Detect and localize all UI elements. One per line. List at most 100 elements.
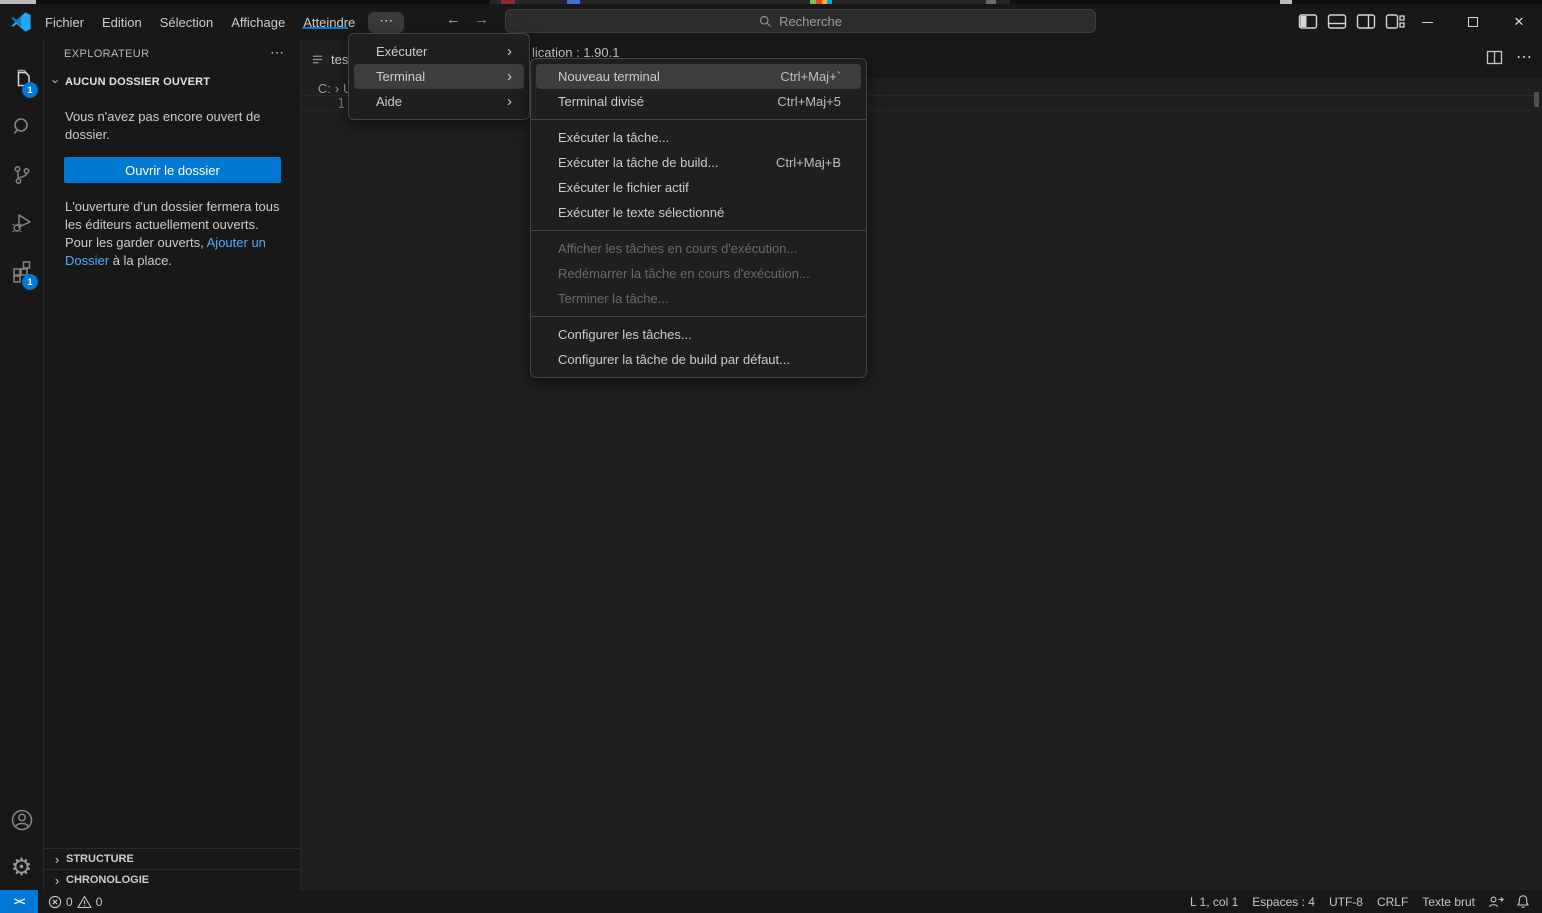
toggle-secondary-sidebar-icon[interactable] xyxy=(1356,13,1376,30)
menu-item-label: Afficher les tâches en cours d'exécution… xyxy=(558,241,849,256)
menu-item-label: Exécuter la tâche de build... xyxy=(558,155,748,170)
menu-item-nouveau-terminal[interactable]: Nouveau terminalCtrl+Maj+` xyxy=(536,64,861,89)
menu-item-configurer-la-tache-de-build-par-defaut[interactable]: Configurer la tâche de build par défaut.… xyxy=(536,347,861,372)
menu-selection[interactable]: Sélection xyxy=(151,10,222,35)
toggle-primary-sidebar-icon[interactable] xyxy=(1298,13,1318,30)
menu-item-executer-la-tache[interactable]: Exécuter la tâche... xyxy=(536,125,861,150)
menu-item-afficher-les-taches-en-cours-d-execution: Afficher les tâches en cours d'exécution… xyxy=(536,236,861,261)
window-behind-fragment xyxy=(0,0,36,4)
window-behind-fragment xyxy=(1280,0,1292,4)
search-sidebar-icon[interactable] xyxy=(0,104,43,150)
menu-item-executer-le-fichier-actif[interactable]: Exécuter le fichier actif xyxy=(536,175,861,200)
status-crlf[interactable]: CRLF xyxy=(1370,895,1415,909)
extensions-badge: 1 xyxy=(22,274,38,290)
menu-item-shortcut: Ctrl+Maj+B xyxy=(776,155,849,170)
settings-gear-icon[interactable]: ⚙ xyxy=(0,845,43,891)
window-behind-fragment xyxy=(986,0,996,4)
menu-item-label: Configurer les tâches... xyxy=(558,327,849,342)
toggle-panel-icon[interactable] xyxy=(1327,13,1347,30)
menu-item-aide[interactable]: Aide› xyxy=(354,89,524,114)
menu-overflow-button[interactable]: ⋯ xyxy=(368,12,404,33)
menu-item-label: Terminal divisé xyxy=(558,94,749,109)
error-count: 0 xyxy=(66,895,73,909)
no-folder-text: Vous n'avez pas encore ouvert de dossier… xyxy=(65,108,287,144)
run-debug-icon[interactable] xyxy=(0,200,43,246)
command-center-search[interactable]: Recherche xyxy=(505,9,1096,33)
chevron-right-icon: › xyxy=(51,852,63,867)
status-l-1-col-1[interactable]: L 1, col 1 xyxy=(1183,895,1245,909)
folder-note-text: L'ouverture d'un dossier fermera tous le… xyxy=(65,198,287,270)
editor-area: tes ⋯ C: › U 1 lication : 1.90.1 xyxy=(301,40,1542,890)
error-icon xyxy=(48,895,62,909)
source-control-icon[interactable] xyxy=(0,152,43,198)
problems-status[interactable]: 0 0 xyxy=(38,895,112,909)
split-editor-icon[interactable] xyxy=(1486,50,1503,65)
menu-item-label: Exécuter la tâche... xyxy=(558,130,849,145)
menu-item-terminer-la-tache: Terminer la tâche... xyxy=(536,286,861,311)
text-file-icon xyxy=(311,53,324,66)
menu-fichier[interactable]: Fichier xyxy=(36,10,93,35)
status-utf-8[interactable]: UTF-8 xyxy=(1322,895,1370,909)
menu-item-label: Exécuter le texte sélectionné xyxy=(558,205,849,220)
line-number: 1 xyxy=(329,97,345,112)
sidebar-title: EXPLORATEUR xyxy=(64,48,150,60)
menu-item-configurer-les-taches[interactable]: Configurer les tâches... xyxy=(536,322,861,347)
timeline-section-header[interactable]: › CHRONOLOGIE xyxy=(44,869,300,890)
more-actions-icon[interactable]: ⋯ xyxy=(1516,47,1532,67)
menu-item-label: Exécuter le fichier actif xyxy=(558,180,849,195)
close-button[interactable]: ✕ xyxy=(1496,4,1542,40)
no-folder-section-header[interactable]: › AUCUN DOSSIER OUVERT xyxy=(50,74,210,89)
terminal-submenu: Nouveau terminalCtrl+Maj+`Terminal divis… xyxy=(530,58,867,378)
menu-item-executer[interactable]: Exécuter› xyxy=(354,39,524,64)
window-behind-fragment xyxy=(827,0,832,4)
navigation-arrows: ← → xyxy=(446,11,489,28)
menu-item-executer-le-texte-selectionne[interactable]: Exécuter le texte sélectionné xyxy=(536,200,861,225)
menu-affichage[interactable]: Affichage xyxy=(222,10,294,35)
editor-scrollbar[interactable] xyxy=(1534,92,1539,107)
menu-atteindre[interactable]: Atteindre xyxy=(294,10,364,35)
warning-icon xyxy=(77,895,92,909)
extensions-icon[interactable]: 1 xyxy=(0,248,43,294)
menu-bar: FichierEditionSélectionAffichageAtteindr… xyxy=(36,8,404,36)
vscode-logo-icon xyxy=(11,12,31,32)
sidebar-more-actions[interactable]: ⋯ xyxy=(270,44,284,61)
status-bar: >< 0 0 L 1, col 1Espaces : 4UTF-8CRLFTex… xyxy=(0,890,1542,913)
chevron-down-icon: › xyxy=(49,76,64,88)
minimize-button[interactable] xyxy=(1404,4,1450,40)
menu-item-terminal[interactable]: Terminal› xyxy=(354,64,524,89)
warning-count: 0 xyxy=(96,895,103,909)
menu-item-label: Exécuter xyxy=(376,44,507,59)
status-texte-brut[interactable]: Texte brut xyxy=(1415,895,1482,909)
menu-separator xyxy=(531,119,866,120)
submenu-arrow-icon: › xyxy=(507,95,512,108)
menu-item-label: Terminer la tâche... xyxy=(558,291,849,306)
submenu-arrow-icon: › xyxy=(507,45,512,58)
title-bar: FichierEditionSélectionAffichageAtteindr… xyxy=(0,4,1542,40)
open-folder-button[interactable]: Ouvrir le dossier xyxy=(64,157,281,183)
menu-item-label: Configurer la tâche de build par défaut.… xyxy=(558,352,849,367)
remote-indicator[interactable]: >< xyxy=(0,890,38,913)
notifications-bell-icon[interactable] xyxy=(1510,894,1536,909)
menu-edition[interactable]: Edition xyxy=(93,10,151,35)
menu-item-terminal-divise[interactable]: Terminal divisé Ctrl+Maj+5 xyxy=(536,89,861,114)
feedback-icon[interactable] xyxy=(1482,895,1510,909)
customize-layout-icon[interactable] xyxy=(1385,13,1405,30)
status-espaces-4[interactable]: Espaces : 4 xyxy=(1245,895,1322,909)
chevron-right-icon: › xyxy=(51,873,63,888)
window-behind-strip xyxy=(0,0,1542,4)
outline-section-header[interactable]: › STRUCTURE xyxy=(44,848,300,869)
explorer-icon[interactable]: 1 xyxy=(0,56,43,102)
menu-separator xyxy=(531,230,866,231)
menu-item-label: Redémarrer la tâche en cours d'exécution… xyxy=(558,266,849,281)
back-arrow-icon[interactable]: ← xyxy=(446,11,461,28)
maximize-button[interactable] xyxy=(1450,4,1496,40)
editor-actions: ⋯ xyxy=(1486,47,1532,67)
window-controls: ✕ xyxy=(1404,4,1542,40)
menu-item-executer-la-tache-de-build[interactable]: Exécuter la tâche de build... Ctrl+Maj+B xyxy=(536,150,861,175)
submenu-arrow-icon: › xyxy=(507,70,512,83)
menu-item-shortcut: Ctrl+Maj+5 xyxy=(777,94,849,109)
account-icon[interactable] xyxy=(0,797,43,843)
activity-bar: 1 xyxy=(0,40,44,890)
status-bar-right: L 1, col 1Espaces : 4UTF-8CRLFTexte brut xyxy=(1183,894,1542,909)
forward-arrow-icon[interactable]: → xyxy=(474,11,489,28)
